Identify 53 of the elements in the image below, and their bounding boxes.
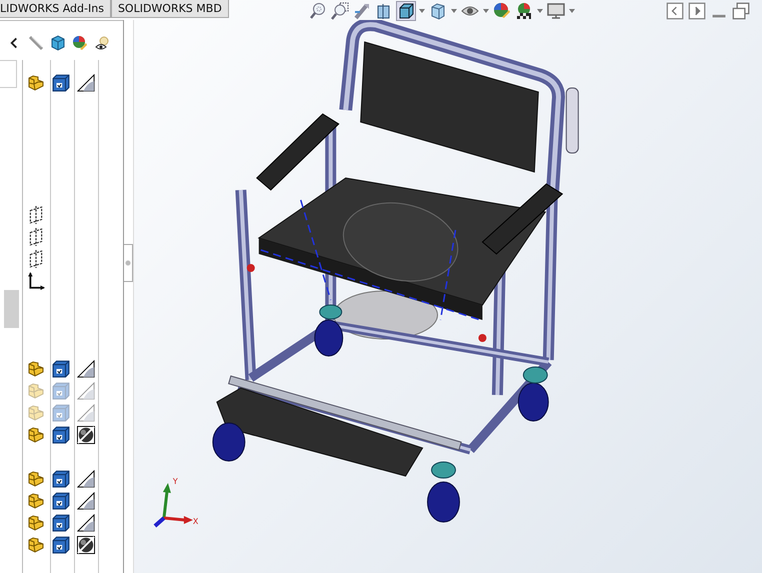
caret-icon[interactable] — [418, 9, 425, 13]
tab[interactable]: LIDWORKS Add-Ins — [0, 0, 111, 18]
appearance-cube-icon[interactable] — [50, 35, 66, 51]
caret-icon[interactable] — [568, 9, 575, 13]
texture-icon[interactable] — [77, 74, 95, 92]
texture-icon[interactable] — [77, 470, 95, 488]
part-icon[interactable] — [27, 74, 45, 92]
tile-right-icon[interactable] — [688, 2, 706, 20]
caret-icon[interactable] — [482, 9, 489, 13]
eye-icon[interactable] — [94, 35, 110, 51]
tile-left-icon[interactable] — [666, 2, 684, 20]
texture-icon[interactable] — [77, 426, 95, 444]
scene-icon[interactable] — [514, 2, 533, 20]
appearance-icon[interactable] — [72, 35, 88, 51]
view-orientation-icon[interactable] — [396, 2, 415, 20]
texture-icon[interactable] — [77, 536, 95, 554]
appearance-cube-icon[interactable] — [52, 492, 70, 510]
monitor-icon[interactable] — [546, 2, 565, 20]
plane-icon[interactable] — [27, 250, 45, 268]
part-icon[interactable] — [27, 536, 45, 554]
axis-triad-drawing — [154, 483, 193, 528]
caret-icon[interactable] — [450, 9, 457, 13]
axis-label: Y — [172, 477, 178, 486]
tab[interactable]: SOLIDWORKS MBD — [110, 0, 229, 18]
restore-icon[interactable] — [732, 2, 750, 20]
zoom-area-icon[interactable] — [330, 2, 349, 20]
display-style-icon[interactable] — [428, 2, 447, 20]
caret-icon[interactable] — [536, 9, 543, 13]
appearance-cube-icon[interactable] — [52, 536, 70, 554]
panel-collapse-handle[interactable] — [124, 244, 133, 282]
plane-icon[interactable] — [27, 206, 45, 224]
filter-field[interactable] — [0, 60, 17, 88]
texture-icon[interactable] — [77, 492, 95, 510]
previous-view-icon[interactable] — [352, 2, 371, 20]
texture-icon[interactable] — [77, 514, 95, 532]
axis-label: X — [192, 517, 198, 526]
appearance-cube-icon[interactable] — [52, 514, 70, 532]
texture-icon[interactable] — [77, 360, 95, 378]
plane-icon[interactable] — [27, 228, 45, 246]
appearance-cube-icon[interactable] — [52, 74, 70, 92]
scrollbar-thumb[interactable] — [4, 290, 19, 328]
appearance-cube-icon[interactable] — [52, 360, 70, 378]
zoom-to-fit-icon[interactable] — [308, 2, 327, 20]
origin-icon[interactable] — [27, 272, 45, 290]
appearance-cube-icon[interactable] — [52, 426, 70, 444]
part-icon[interactable] — [27, 426, 45, 444]
part-icon[interactable] — [27, 514, 45, 532]
part-icon[interactable] — [27, 492, 45, 510]
part-icon[interactable] — [27, 470, 45, 488]
appearance-icon[interactable] — [492, 2, 511, 20]
hide-show-icon[interactable] — [28, 35, 44, 51]
appearance-cube-icon[interactable] — [52, 470, 70, 488]
part-icon[interactable] — [27, 360, 45, 378]
